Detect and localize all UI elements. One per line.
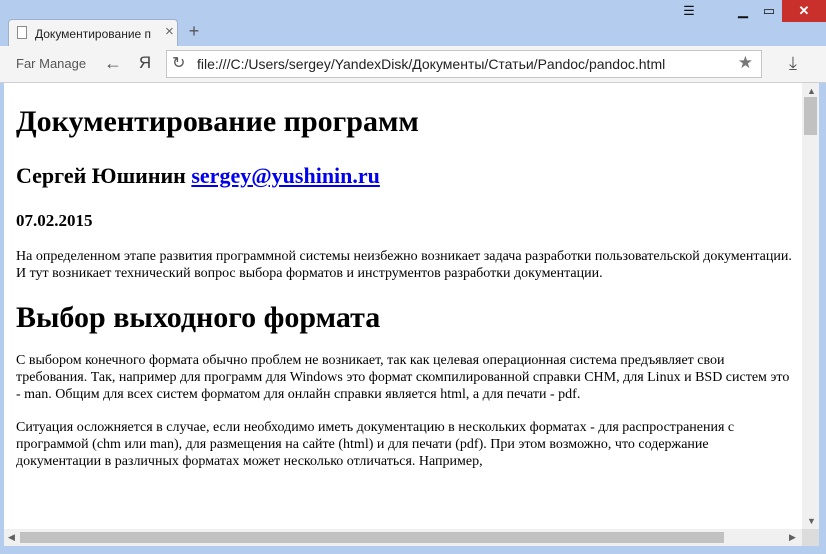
tab-title: Документирование п bbox=[35, 27, 152, 41]
date: 07.02.2015 bbox=[16, 211, 93, 230]
scroll-left-icon[interactable]: ◀ bbox=[8, 532, 15, 543]
author-line: Сергей Юшинин sergey@yushinin.ru bbox=[16, 162, 794, 190]
toolbar: Far Manage ← Я ↻ file:///C:/Users/sergey… bbox=[0, 46, 826, 83]
tab-active[interactable]: Документирование п × bbox=[8, 19, 178, 46]
page-icon bbox=[17, 26, 27, 39]
author-name: Сергей Юшинин bbox=[16, 163, 186, 188]
page-content: Документирование программ Сергей Юшинин … bbox=[4, 83, 802, 529]
vertical-scrollbar[interactable]: ▲ ▼ bbox=[802, 83, 819, 529]
scroll-down-icon[interactable]: ▼ bbox=[807, 516, 816, 526]
document: Документирование программ Сергей Юшинин … bbox=[16, 83, 794, 470]
scroll-right-icon[interactable]: ▶ bbox=[789, 532, 796, 543]
scroll-up-icon[interactable]: ▲ bbox=[807, 86, 816, 96]
vertical-scroll-thumb[interactable] bbox=[804, 97, 817, 135]
menu-icon[interactable]: ☰ bbox=[672, 0, 706, 22]
star-icon[interactable]: ★ bbox=[738, 53, 753, 73]
scroll-corner bbox=[802, 529, 819, 546]
new-tab-button[interactable]: + bbox=[184, 21, 204, 41]
url-text[interactable]: file:///C:/Users/sergey/YandexDisk/Докум… bbox=[197, 56, 665, 72]
paragraph-1: С выбором конечного формата обычно пробл… bbox=[16, 353, 790, 402]
bookmark-far-manager[interactable]: Far Manage bbox=[16, 56, 86, 71]
horizontal-scroll-thumb[interactable] bbox=[20, 532, 724, 543]
close-window-button[interactable]: ✕ bbox=[782, 0, 826, 22]
tab-close-icon[interactable]: × bbox=[165, 23, 174, 40]
horizontal-scrollbar[interactable]: ◀ ▶ bbox=[4, 529, 802, 546]
maximize-button[interactable]: ▭ bbox=[756, 0, 782, 22]
address-bar[interactable]: ↻ file:///C:/Users/sergey/YandexDisk/Док… bbox=[166, 50, 762, 78]
yandex-icon[interactable]: Я bbox=[136, 52, 154, 74]
section-title: Выбор выходного формата bbox=[16, 301, 381, 334]
intro-paragraph: На определенном этапе развития программн… bbox=[16, 249, 792, 281]
browser-window: Документирование п × + ☰ ▁ ▭ ✕ Far Manag… bbox=[0, 0, 826, 554]
reload-icon[interactable]: ↻ bbox=[172, 53, 185, 73]
back-arrow-icon[interactable]: ← bbox=[102, 52, 124, 74]
paragraph-2: Ситуация осложняется в случае, если необ… bbox=[16, 420, 735, 469]
download-icon[interactable]: ⤓ bbox=[783, 52, 803, 74]
minimize-button[interactable]: ▁ bbox=[730, 0, 756, 22]
title-bar: Документирование п × + ☰ ▁ ▭ ✕ bbox=[0, 0, 826, 46]
author-email-link[interactable]: sergey@yushinin.ru bbox=[191, 163, 380, 188]
page-title: Документирование программ bbox=[16, 105, 419, 138]
